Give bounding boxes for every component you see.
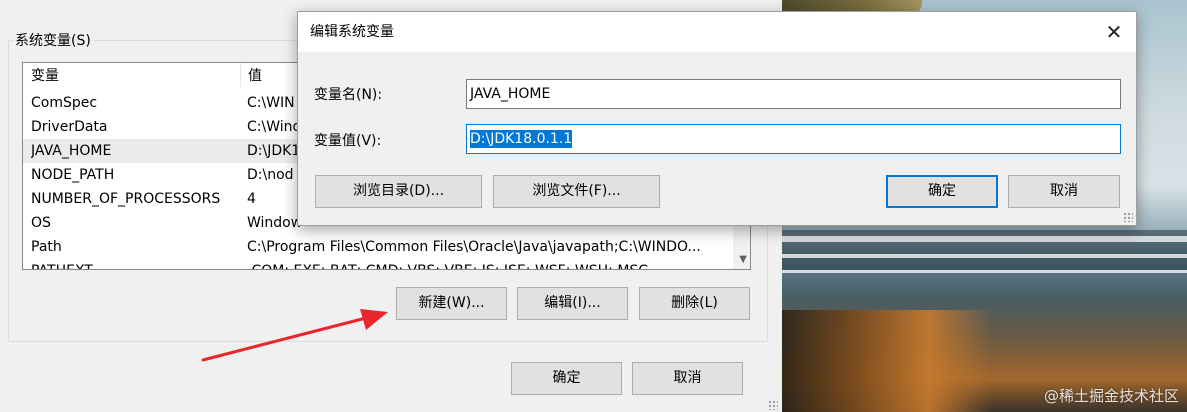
close-icon[interactable]: ✕ <box>1092 12 1136 52</box>
resize-grip[interactable] <box>768 400 778 410</box>
dialog-ok-button[interactable]: 确定 <box>886 175 998 208</box>
variable-name-field[interactable]: JAVA_HOME <box>466 79 1121 109</box>
dialog-cancel-button[interactable]: 取消 <box>1008 175 1120 208</box>
dialog-titlebar[interactable]: 编辑系统变量 ✕ <box>298 12 1136 52</box>
dialog-title: 编辑系统变量 <box>310 24 394 40</box>
edit-system-variable-dialog: 编辑系统变量 ✕ 变量名(N): JAVA_HOME 变量值(V): D:\JD… <box>297 11 1137 226</box>
browse-directory-button[interactable]: 浏览目录(D)... <box>315 175 482 208</box>
browse-file-button[interactable]: 浏览文件(F)... <box>493 175 660 208</box>
variable-value-field[interactable]: D:\JDK18.0.1.1 <box>466 124 1121 154</box>
variable-value-label: 变量值(V): <box>314 133 382 149</box>
resize-grip[interactable] <box>1123 212 1133 222</box>
variable-name-label: 变量名(N): <box>314 87 383 103</box>
selected-text: D:\JDK18.0.1.1 <box>470 130 573 148</box>
